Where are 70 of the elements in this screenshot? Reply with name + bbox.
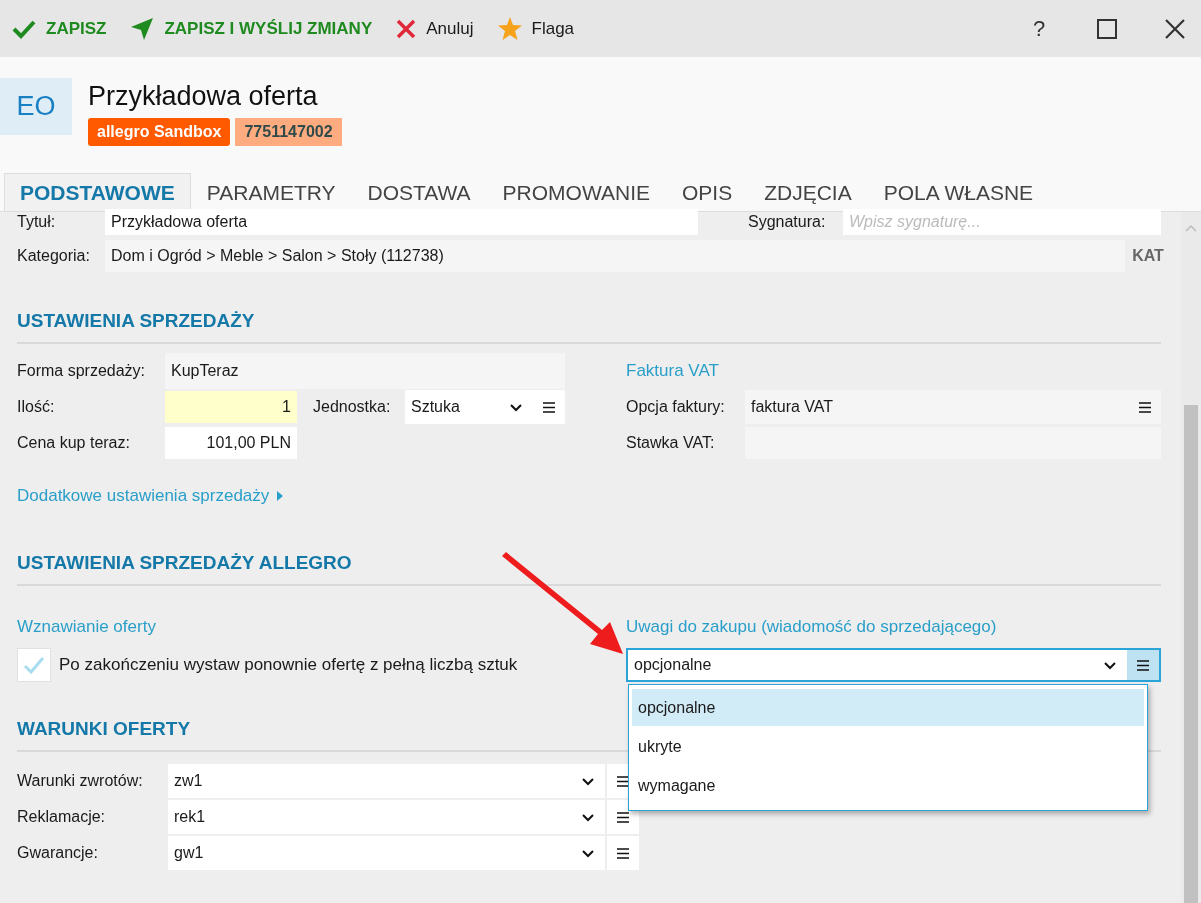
field-label: Forma sprzedaży: (17, 362, 147, 380)
initials-avatar: EO (0, 78, 72, 135)
close-icon (396, 18, 417, 39)
check-icon (12, 18, 36, 39)
chevron-down-icon (509, 402, 523, 412)
triangle-right-icon (277, 491, 284, 501)
sale-form-field: KupTeraz (165, 353, 565, 389)
checkbox-label: Po zakończeniu wystaw ponownie ofertę z pełną liczbą sztuk (59, 655, 518, 675)
menu-icon (1139, 401, 1151, 413)
send-button[interactable]: ZAPISZ I WYŚLIJ ZMIANY (128, 12, 375, 45)
terms-select[interactable]: gw1 (168, 836, 605, 870)
help-button[interactable]: ? (1021, 10, 1057, 47)
chevron-down-icon (581, 776, 595, 786)
offer-id-badge: 7751147002 (235, 118, 342, 146)
field-label: Opcja faktury: (626, 398, 726, 416)
close-icon (1165, 18, 1185, 39)
subsection-heading: Uwagi do zakupu (wiadomość do sprzedającego) (626, 617, 997, 637)
tab[interactable]: PODSTAWOWE (4, 173, 191, 211)
chevron-down-icon (581, 848, 595, 858)
field-label: Jednostka: (313, 398, 392, 416)
menu-icon (543, 401, 555, 413)
field-label: Tytuł: (17, 213, 57, 231)
unit-select[interactable]: Sztuka (405, 390, 533, 424)
price-input[interactable]: 101,00 PLN (165, 427, 297, 459)
category-field: Dom i Ogród > Meble > Salon > Stoły (112738) (105, 240, 1125, 272)
platform-badge: allegro Sandbox (88, 118, 231, 146)
field-label: Ilość: (17, 398, 56, 416)
field-label: Gwarancje: (17, 844, 99, 862)
field-label: Sygnatura: (748, 213, 827, 231)
field-label: Cena kup teraz: (17, 434, 131, 452)
tab[interactable]: PARAMETRY (190, 173, 352, 211)
send-icon (130, 16, 155, 41)
tab[interactable]: POLA WŁASNE (867, 173, 1050, 211)
chevron-down-icon (1103, 660, 1117, 670)
terms-select[interactable]: zw1 (168, 764, 605, 798)
chevron-down-icon (581, 812, 595, 822)
list-button[interactable] (607, 836, 639, 870)
flag-button[interactable]: Flaga (495, 13, 577, 44)
invoice-option-select[interactable]: faktura VAT (745, 390, 1161, 424)
save-button[interactable]: ZAPISZ (10, 14, 109, 43)
subsection-heading: Wznawianie oferty (17, 617, 156, 637)
list-button[interactable] (1127, 650, 1159, 680)
terms-select[interactable]: rek1 (168, 800, 605, 834)
check-icon (23, 655, 45, 675)
renew-checkbox[interactable] (17, 648, 51, 682)
star-icon (497, 17, 522, 40)
field-label: Reklamacje: (17, 808, 107, 826)
menu-icon (617, 847, 629, 859)
section-heading: USTAWIENIA SPRZEDAŻY (17, 310, 1161, 344)
menu-icon (617, 811, 629, 823)
subsection-heading: Faktura VAT (626, 361, 719, 381)
maximize-icon (1097, 18, 1117, 39)
field-label: Warunki zwrotów: (17, 772, 144, 790)
menu-icon (1137, 659, 1149, 671)
scroll-up-icon (1185, 224, 1197, 232)
title-input[interactable]: Przykładowa oferta (105, 209, 698, 235)
list-button[interactable] (533, 390, 565, 424)
menu-icon (617, 775, 629, 787)
field-label: Kategoria: (17, 247, 91, 265)
scrollbar-thumb[interactable] (1184, 404, 1198, 903)
tab[interactable]: ZDJĘCIA (748, 173, 868, 211)
dropdown-option[interactable]: opcjonalne (632, 689, 1144, 726)
tab[interactable]: OPIS (666, 173, 749, 211)
tab[interactable]: DOSTAWA (351, 173, 487, 211)
field-label: Stawka VAT: (626, 434, 716, 452)
tab[interactable]: PROMOWANIE (486, 173, 666, 211)
category-button[interactable]: KAT (1125, 240, 1171, 272)
cancel-button[interactable]: Anuluj (394, 14, 476, 43)
quantity-input[interactable]: 1 (165, 391, 297, 423)
offer-title: Przykładowa oferta (88, 80, 319, 113)
